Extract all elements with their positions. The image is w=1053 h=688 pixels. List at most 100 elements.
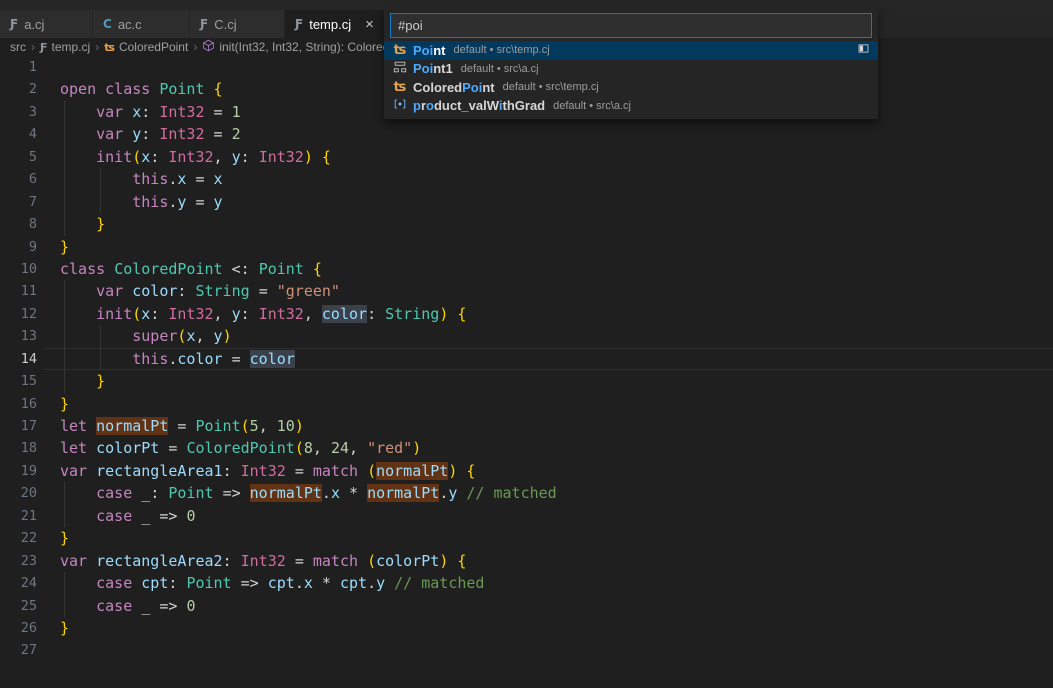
line-number[interactable]: 6: [0, 168, 37, 190]
line-number[interactable]: 7: [0, 191, 37, 213]
code-editor[interactable]: 12open class Point {3 var x: Int32 = 14 …: [0, 56, 1053, 688]
code-line[interactable]: 23var rectangleArea2: Int32 = match (col…: [0, 550, 1053, 572]
code-line[interactable]: 6 this.x = x: [0, 168, 1053, 190]
line-number[interactable]: 11: [0, 280, 37, 302]
code-text: let colorPt = ColoredPoint(8, 24, "red"): [60, 437, 421, 459]
line-number[interactable]: 13: [0, 325, 37, 347]
tab-temp.cj[interactable]: Ƒtemp.cj×: [285, 10, 385, 38]
code-line[interactable]: 11 var color: String = "green": [0, 280, 1053, 302]
quick-open-result[interactable]: ʦPointdefault • src\temp.cj: [384, 41, 878, 60]
code-line[interactable]: 16}: [0, 393, 1053, 415]
code-line[interactable]: 18 let colorPt = ColoredPoint(8, 24, "red…: [0, 437, 1053, 459]
line-number[interactable]: 10: [0, 258, 37, 280]
code-line[interactable]: 21 case _ => 0: [0, 505, 1053, 527]
line-number[interactable]: 4: [0, 123, 37, 145]
code-line[interactable]: 26}: [0, 617, 1053, 639]
code-text: }: [60, 617, 69, 639]
code-line[interactable]: 12 init(x: Int32, y: Int32, color: Strin…: [0, 303, 1053, 325]
code-line[interactable]: 5 init(x: Int32, y: Int32) {: [0, 146, 1053, 168]
line-number[interactable]: 9: [0, 236, 37, 258]
line-number[interactable]: 23: [0, 550, 37, 572]
code-line[interactable]: 17let normalPt = Point(5, 10): [0, 415, 1053, 437]
code-line[interactable]: 8 }: [0, 213, 1053, 235]
code-text: }: [60, 393, 69, 415]
split-editor-icon: [857, 42, 870, 58]
result-description: default • src\a.cj: [553, 100, 870, 112]
result-label: Point: [413, 43, 446, 58]
code-line[interactable]: 27: [0, 639, 1053, 661]
code-text: var y: Int32 = 2: [60, 123, 241, 145]
code-line[interactable]: 14 this.color = color: [0, 348, 1053, 370]
breadcrumb-item[interactable]: ʦColoredPoint: [104, 40, 188, 54]
tab-label: temp.cj: [309, 17, 351, 32]
cj-file-icon: Ƒ: [10, 17, 18, 31]
line-number[interactable]: 14: [0, 348, 37, 370]
line-number[interactable]: 3: [0, 101, 37, 123]
code-line[interactable]: 15 }: [0, 370, 1053, 392]
result-description: default • src\a.cj: [461, 63, 870, 75]
code-line[interactable]: 22}: [0, 527, 1053, 549]
code-line[interactable]: 13 super(x, y): [0, 325, 1053, 347]
line-number[interactable]: 24: [0, 572, 37, 594]
line-number[interactable]: 19: [0, 460, 37, 482]
quick-open-result[interactable]: product_valWithGrad default • src\a.cj: [384, 97, 878, 116]
line-number[interactable]: 26: [0, 617, 37, 639]
tab-ac.c[interactable]: Cac.c: [93, 10, 190, 38]
code-line[interactable]: 25 case _ => 0: [0, 595, 1053, 617]
c-file-icon: C: [103, 17, 112, 31]
code-text: super(x, y): [60, 325, 232, 347]
line-number[interactable]: 21: [0, 505, 37, 527]
code-text: case _ => 0: [60, 505, 195, 527]
cj-file-icon: Ƒ: [200, 17, 208, 31]
code-text: case _: Point => normalPt.x * normalPt.y…: [60, 482, 557, 504]
code-line[interactable]: 9}: [0, 236, 1053, 258]
result-label: product_valWithGrad: [413, 98, 545, 113]
code-text: case _ => 0: [60, 595, 195, 617]
class-icon: ʦ: [104, 41, 115, 54]
method-icon: [202, 39, 215, 55]
open-to-side-button[interactable]: [857, 42, 870, 58]
line-number[interactable]: 12: [0, 303, 37, 325]
quick-open-input[interactable]: [390, 13, 872, 38]
code-text: class ColoredPoint <: Point {: [60, 258, 322, 280]
code-text: init(x: Int32, y: Int32) {: [60, 146, 331, 168]
line-number[interactable]: 8: [0, 213, 37, 235]
tab-C.cj[interactable]: Ƒ C.cj: [190, 10, 285, 38]
line-number[interactable]: 20: [0, 482, 37, 504]
struct-icon: [393, 60, 407, 77]
line-number[interactable]: 15: [0, 370, 37, 392]
chevron-right-icon: ›: [95, 40, 99, 54]
tab-label: C.cj: [214, 17, 236, 32]
breadcrumb-item[interactable]: Ƒtemp.cj: [40, 40, 90, 54]
code-text: init(x: Int32, y: Int32, color: String) …: [60, 303, 466, 325]
close-icon[interactable]: ×: [365, 17, 374, 32]
tab-a.cj[interactable]: Ƒa.cj: [0, 10, 93, 38]
quick-open-popup: ʦPointdefault • src\temp.cjPoint1default…: [384, 8, 878, 119]
code-text: var color: String = "green": [60, 280, 340, 302]
line-number[interactable]: 2: [0, 78, 37, 100]
code-text: var rectangleArea1: Int32 = match (norma…: [60, 460, 475, 482]
line-number[interactable]: 27: [0, 639, 37, 661]
code-text: }: [60, 236, 69, 258]
line-number[interactable]: 17: [0, 415, 37, 437]
quick-open-result[interactable]: ʦColoredPointdefault • src\temp.cj: [384, 78, 878, 97]
quick-open-result[interactable]: Point1default • src\a.cj: [384, 60, 878, 79]
line-number[interactable]: 25: [0, 595, 37, 617]
breadcrumb-label: temp.cj: [52, 40, 91, 54]
breadcrumb-item[interactable]: src: [10, 40, 26, 54]
code-line[interactable]: 10 class ColoredPoint <: Point {: [0, 258, 1053, 280]
tab-label: ac.c: [118, 17, 142, 32]
quick-open-results: ʦPointdefault • src\temp.cjPoint1default…: [384, 41, 878, 115]
line-number[interactable]: 16: [0, 393, 37, 415]
code-line[interactable]: 24 case cpt: Point => cpt.x * cpt.y // m…: [0, 572, 1053, 594]
code-line[interactable]: 20 case _: Point => normalPt.x * normalP…: [0, 482, 1053, 504]
code-line[interactable]: 19 var rectangleArea1: Int32 = match (nor…: [0, 460, 1053, 482]
code-line[interactable]: 4 var y: Int32 = 2: [0, 123, 1053, 145]
code-line[interactable]: 7 this.y = y: [0, 191, 1053, 213]
line-number[interactable]: 18: [0, 437, 37, 459]
cj-file-icon: Ƒ: [40, 41, 48, 54]
code-text: }: [60, 527, 69, 549]
line-number[interactable]: 1: [0, 56, 37, 78]
line-number[interactable]: 22: [0, 527, 37, 549]
line-number[interactable]: 5: [0, 146, 37, 168]
